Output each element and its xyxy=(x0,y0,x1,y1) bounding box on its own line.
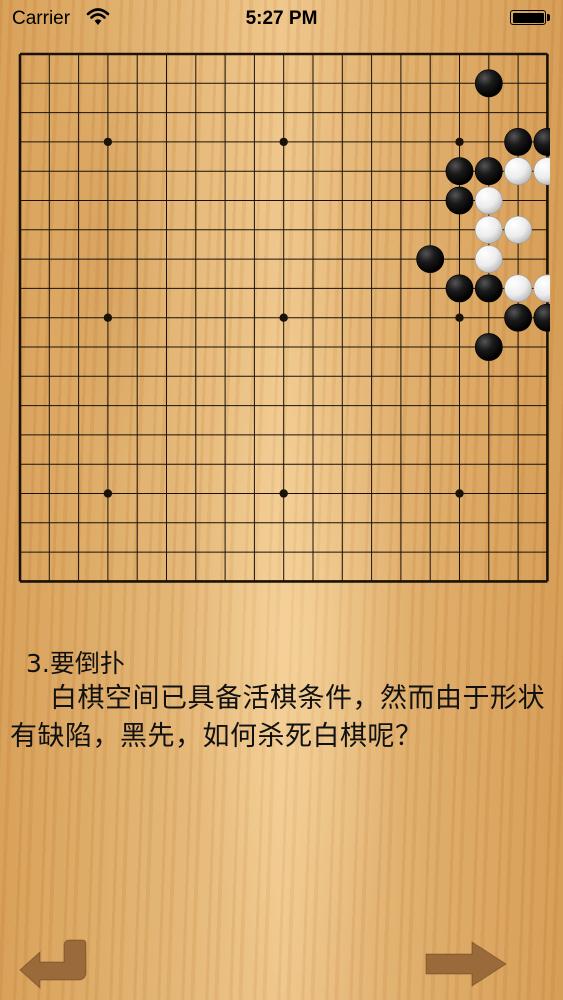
back-arrow-icon xyxy=(19,939,87,990)
white-stone[interactable] xyxy=(504,157,533,186)
black-stone[interactable] xyxy=(474,274,503,303)
next-arrow-icon xyxy=(425,941,507,987)
stones-layer xyxy=(416,69,550,361)
white-stone[interactable] xyxy=(474,215,503,244)
star-point xyxy=(279,313,288,322)
star-point xyxy=(103,489,113,498)
star-point xyxy=(103,313,113,322)
white-stone[interactable] xyxy=(504,215,533,244)
black-stone[interactable] xyxy=(474,157,503,186)
black-stone[interactable] xyxy=(504,128,533,156)
black-stone[interactable] xyxy=(416,245,445,274)
star-point xyxy=(103,137,113,147)
next-button[interactable] xyxy=(424,936,508,992)
problem-title: 3.要倒扑 xyxy=(26,649,125,678)
black-stone[interactable] xyxy=(445,157,474,186)
go-board[interactable] xyxy=(14,50,550,584)
white-stone[interactable] xyxy=(504,274,533,303)
black-stone[interactable] xyxy=(474,69,503,98)
white-stone[interactable] xyxy=(474,245,503,274)
star-point xyxy=(455,489,464,498)
star-point xyxy=(279,489,288,498)
star-point xyxy=(279,137,288,147)
back-button[interactable] xyxy=(16,936,100,992)
white-stone[interactable] xyxy=(533,157,550,186)
star-point xyxy=(455,137,464,147)
black-stone[interactable] xyxy=(474,333,503,361)
black-stone[interactable] xyxy=(504,303,533,332)
black-stone[interactable] xyxy=(533,128,550,156)
battery-icon xyxy=(510,10,546,25)
star-point xyxy=(455,313,464,322)
black-stone[interactable] xyxy=(445,274,474,303)
problem-description: 白棋空间已具备活棋条件，然而由于形状有缺陷，黑先，如何杀死白棋呢？ xyxy=(10,683,545,752)
battery-tip xyxy=(547,14,550,21)
status-bar: Carrier 5:27 PM xyxy=(0,0,563,38)
white-stone[interactable] xyxy=(474,186,503,215)
black-stone[interactable] xyxy=(533,303,550,332)
white-stone[interactable] xyxy=(533,274,550,303)
black-stone[interactable] xyxy=(445,186,474,215)
status-time: 5:27 PM xyxy=(245,8,318,29)
